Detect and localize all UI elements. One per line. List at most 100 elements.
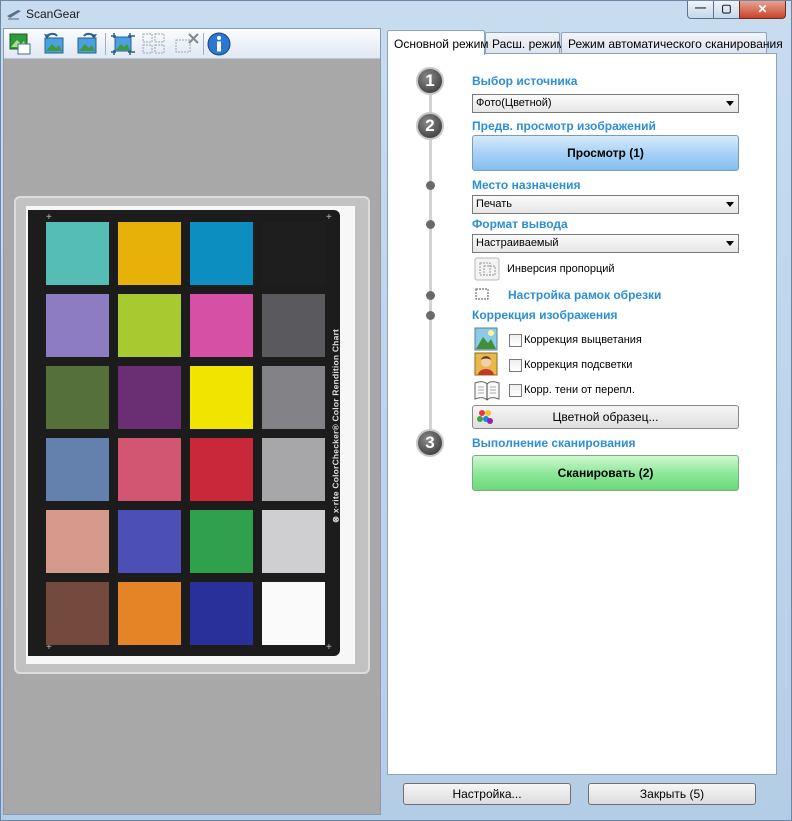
destination-select[interactable]: Печать bbox=[472, 195, 739, 214]
minimize-button[interactable]: — bbox=[687, 1, 714, 19]
backlight-correction-checkbox[interactable] bbox=[509, 359, 522, 372]
color-patch bbox=[46, 294, 109, 357]
gutter-shadow-checkbox[interactable] bbox=[509, 384, 522, 397]
remove-frame-icon bbox=[175, 33, 199, 53]
preview-image: + + + + ⊗ x·rite ColorChecker® Color Ren… bbox=[26, 206, 355, 664]
step-timeline bbox=[429, 94, 432, 440]
crop-mark: + bbox=[326, 642, 332, 653]
swap-aspect-icon bbox=[474, 257, 500, 281]
gutter-shadow-label: Корр. тени от перепл. bbox=[524, 384, 635, 396]
color-patch bbox=[118, 294, 181, 357]
output-format-select[interactable]: Настраиваемый bbox=[472, 234, 739, 253]
crop-frame-icon bbox=[475, 288, 489, 300]
color-patch bbox=[118, 582, 181, 645]
scan-button[interactable]: Сканировать (2) bbox=[472, 455, 739, 491]
color-palette-icon bbox=[477, 410, 493, 424]
colorchecker-chart: + + + + bbox=[28, 210, 340, 656]
color-patch bbox=[46, 510, 109, 573]
color-patch bbox=[190, 438, 253, 501]
color-patch bbox=[190, 222, 253, 285]
close-window-button[interactable]: ✕ bbox=[739, 1, 786, 19]
maximize-icon: ▢ bbox=[721, 3, 732, 15]
rotate-right-icon bbox=[77, 32, 97, 54]
color-pattern-label: Цветной образец... bbox=[552, 410, 659, 424]
chart-brand-text: ⊗ x·rite ColorChecker® Color Rendition C… bbox=[330, 328, 341, 524]
color-patch bbox=[190, 366, 253, 429]
scanner-app-icon bbox=[7, 10, 21, 20]
settings-button[interactable]: Настройка... bbox=[403, 783, 571, 805]
step-3-badge: 3 bbox=[416, 429, 444, 457]
color-patch bbox=[262, 582, 325, 645]
close-icon: ✕ bbox=[757, 2, 768, 16]
info-button[interactable] bbox=[205, 30, 235, 58]
rotate-left-icon bbox=[44, 32, 64, 54]
color-patch bbox=[262, 366, 325, 429]
color-patch bbox=[46, 438, 109, 501]
fade-correction-icon bbox=[474, 327, 500, 351]
color-patch bbox=[190, 582, 253, 645]
crop-image-button[interactable] bbox=[6, 30, 36, 58]
color-patch bbox=[118, 366, 181, 429]
tab-basic-mode[interactable]: Основной режим bbox=[387, 30, 489, 55]
crop-mark: + bbox=[326, 212, 332, 223]
color-patch bbox=[46, 582, 109, 645]
image-correction-label: Коррекция изображения bbox=[472, 308, 618, 322]
rotate-right-button[interactable] bbox=[72, 30, 102, 58]
color-patch bbox=[262, 438, 325, 501]
auto-crop-button[interactable] bbox=[108, 30, 138, 58]
fade-correction-checkbox[interactable] bbox=[509, 334, 522, 347]
timeline-dot bbox=[426, 291, 435, 300]
close-button[interactable]: Закрыть (5) bbox=[588, 783, 756, 805]
swap-aspect-button[interactable] bbox=[474, 257, 500, 281]
swap-aspect-label: Инверсия пропорций bbox=[507, 263, 615, 275]
select-all-frames-button[interactable] bbox=[139, 30, 169, 58]
info-icon bbox=[207, 32, 231, 56]
remove-frame-button[interactable] bbox=[172, 30, 202, 58]
color-patch bbox=[118, 438, 181, 501]
timeline-dot bbox=[426, 220, 435, 229]
select-all-frames-icon bbox=[142, 33, 165, 54]
maximize-button[interactable]: ▢ bbox=[713, 1, 740, 19]
tab-auto-scan-mode[interactable]: Режим автоматического сканирования bbox=[561, 32, 783, 54]
chevron-down-icon bbox=[726, 241, 734, 246]
destination-label: Место назначения bbox=[472, 178, 581, 192]
color-patch bbox=[46, 222, 109, 285]
perform-scan-label: Выполнение сканирования bbox=[472, 436, 636, 450]
destination-select-value: Печать bbox=[476, 198, 513, 210]
gutter-shadow-icon bbox=[474, 379, 500, 403]
color-patch bbox=[118, 510, 181, 573]
chart-side-label: ⊗ x·rite ColorChecker® Color Rendition C… bbox=[329, 326, 343, 526]
toolbar-separator bbox=[203, 33, 204, 55]
tab-advanced-mode[interactable]: Расш. режим bbox=[485, 32, 565, 54]
backlight-correction-label: Коррекция подсветки bbox=[524, 359, 633, 371]
chevron-down-icon bbox=[726, 202, 734, 207]
title-bar: ScanGear — ▢ ✕ bbox=[1, 1, 791, 29]
preview-panel: + + + + ⊗ x·rite ColorChecker® Color Ren… bbox=[3, 28, 381, 815]
backlight-correction-icon bbox=[474, 352, 500, 376]
source-select[interactable]: Фото(Цветной) bbox=[472, 94, 739, 113]
output-format-select-value: Настраиваемый bbox=[476, 237, 559, 249]
color-patch bbox=[190, 294, 253, 357]
bottom-bar: Настройка... Закрыть (5) bbox=[387, 776, 777, 816]
color-patch bbox=[46, 366, 109, 429]
color-pattern-button[interactable]: Цветной образец... bbox=[472, 405, 739, 429]
minimize-icon: — bbox=[695, 2, 706, 14]
chevron-down-icon bbox=[726, 101, 734, 106]
crop-image-icon bbox=[9, 33, 31, 55]
output-format-label: Формат вывода bbox=[472, 217, 568, 231]
window-title: ScanGear bbox=[26, 7, 81, 21]
preview-image-area[interactable]: + + + + ⊗ x·rite ColorChecker® Color Ren… bbox=[14, 196, 370, 674]
rotate-left-button[interactable] bbox=[39, 30, 69, 58]
preview-button[interactable]: Просмотр (1) bbox=[472, 135, 739, 171]
preview-toolbar bbox=[4, 29, 380, 59]
timeline-dot bbox=[426, 311, 435, 320]
color-patch bbox=[118, 222, 181, 285]
color-patch bbox=[262, 222, 325, 285]
color-patch bbox=[262, 510, 325, 573]
source-select-value: Фото(Цветной) bbox=[476, 97, 552, 109]
step-1-badge: 1 bbox=[416, 67, 444, 95]
crop-frame-settings-link[interactable]: Настройка рамок обрезки bbox=[508, 288, 661, 302]
color-patch bbox=[190, 510, 253, 573]
preview-images-label: Предв. просмотр изображений bbox=[472, 119, 656, 133]
step-2-badge: 2 bbox=[416, 112, 444, 140]
